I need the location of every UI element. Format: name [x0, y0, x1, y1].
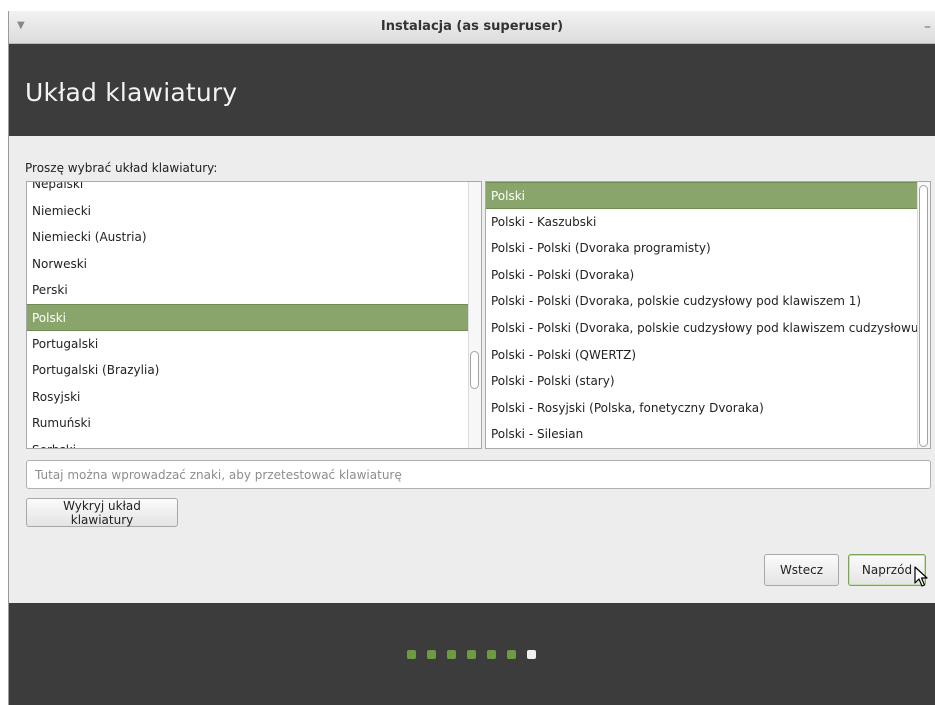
scrollbar-thumb[interactable] [919, 185, 928, 447]
list-item[interactable]: Polski - Silesian [486, 421, 930, 448]
list-item[interactable]: Niemiecki (Austria) [27, 224, 481, 251]
progress-dot [447, 650, 456, 659]
variant-list[interactable]: Polski Polski - Kaszubski Polski - Polski … [485, 181, 931, 449]
list-item[interactable]: Portugalski (Brazylia) [27, 357, 481, 384]
list-item[interactable]: Niemiecki [27, 198, 481, 225]
progress-dot [407, 650, 416, 659]
progress-dot [507, 650, 516, 659]
list-item[interactable]: Polski - Polski (Dvoraka, polskie cudzys… [486, 288, 930, 315]
list-item[interactable]: Norweski [27, 251, 481, 278]
page-header: Układ klawiatury [9, 44, 935, 136]
list-item[interactable]: Polski - Polski (Dvoraka) [486, 262, 930, 289]
progress-dot [487, 650, 496, 659]
prompt-label: Proszę wybrać układ klawiatury: [25, 161, 218, 175]
progress-dot [427, 650, 436, 659]
installer-window: ▼ Instalacja (as superuser) – Układ klaw… [8, 11, 935, 705]
list-item[interactable]: Polski - Polski (QWERTZ) [486, 342, 930, 369]
minimize-icon[interactable]: – [924, 11, 931, 43]
list-item[interactable]: Perski [27, 277, 481, 304]
list-item[interactable]: Polski - Polski (Dvoraka programisty) [486, 235, 930, 262]
list-item[interactable]: Polski - Rosyjski (Polska, fonetyczny Dv… [486, 395, 930, 422]
list-item[interactable]: Polski - Kaszubski [486, 209, 930, 236]
progress-dot-current [527, 650, 536, 659]
list-item[interactable]: Polski [27, 303, 481, 331]
list-item[interactable]: Serbski [27, 437, 481, 448]
title-bar[interactable]: ▼ Instalacja (as superuser) – [9, 11, 935, 44]
window-title: Instalacja (as superuser) [380, 19, 564, 34]
variant-list-items: Polski Polski - Kaszubski Polski - Polski … [486, 182, 930, 448]
list-item[interactable]: Nepalski [27, 182, 481, 198]
list-item[interactable]: Portugalski [27, 331, 481, 358]
list-item[interactable]: Polski - Polski (stary) [486, 368, 930, 395]
progress-dot [467, 650, 476, 659]
main-content: Proszę wybrać układ klawiatury: Nepalski… [9, 136, 935, 614]
variant-list-scrollbar[interactable] [917, 182, 930, 448]
layout-list[interactable]: Nepalski Niemiecki Niemiecki (Austria) Norw… [26, 181, 482, 449]
keyboard-test-input[interactable] [26, 460, 931, 489]
page-title: Układ klawiatury [25, 78, 238, 107]
list-item[interactable]: Polski - Polski (Dvoraka, polskie cudzys… [486, 315, 930, 342]
back-button[interactable]: Wstecz [764, 554, 839, 586]
triangle-down-icon[interactable]: ▼ [17, 11, 25, 41]
progress-footer [9, 603, 935, 705]
list-item[interactable]: Rumuński [27, 410, 481, 437]
list-item[interactable]: Polski [486, 182, 930, 209]
detect-layout-button[interactable]: Wykryj układ klawiatury [26, 498, 178, 527]
layout-list-items: Nepalski Niemiecki Niemiecki (Austria) Norw… [27, 182, 481, 448]
mouse-pointer-icon [914, 566, 928, 587]
scrollbar-thumb[interactable] [470, 351, 479, 389]
layout-list-scrollbar[interactable] [468, 182, 481, 448]
list-item[interactable]: Rosyjski [27, 384, 481, 411]
progress-indicator [407, 650, 536, 659]
